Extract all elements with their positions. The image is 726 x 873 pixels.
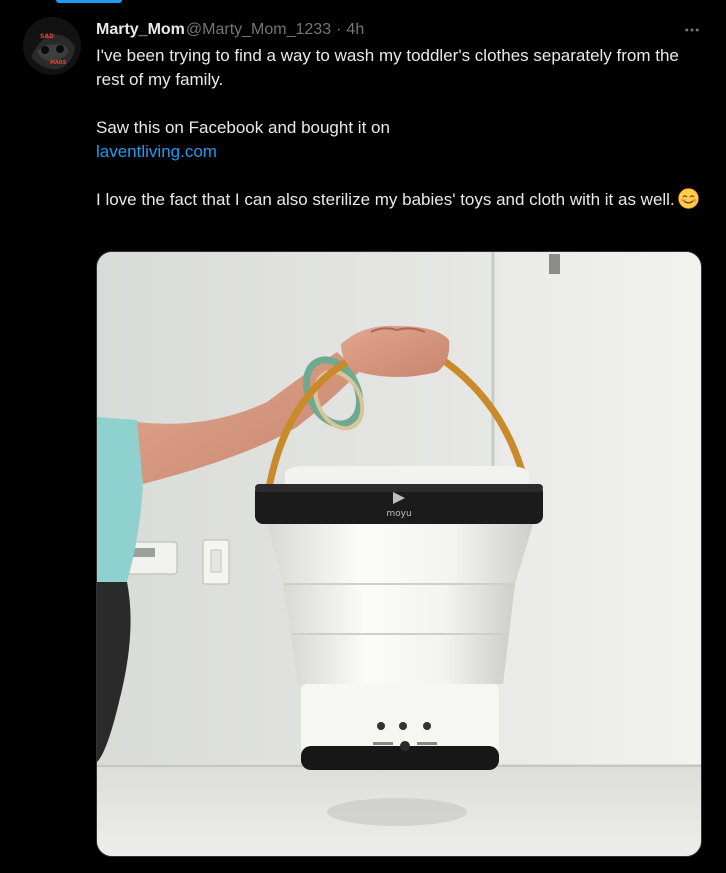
- avatar[interactable]: SAD MARS: [23, 17, 81, 75]
- avatar-text-bottom: MARS: [50, 60, 67, 66]
- separator-dot: ·: [336, 21, 342, 38]
- product-brand-text: moyu: [386, 509, 411, 519]
- smiling-face-emoji: [677, 188, 699, 209]
- tweet-text-line3: I love the fact that I can also steriliz…: [96, 188, 706, 212]
- more-button[interactable]: [680, 20, 704, 40]
- tweet-text-line3-content: I love the fact that I can also steriliz…: [96, 190, 675, 209]
- tweet-header: Marty_Mom @Marty_Mom_1233 · 4h: [96, 20, 364, 42]
- avatar-text-top: SAD: [40, 33, 54, 40]
- website-link[interactable]: laventliving.com: [96, 142, 217, 161]
- tweet-text-line1: I've been trying to find a way to wash m…: [96, 46, 679, 89]
- user-handle[interactable]: @Marty_Mom_1233: [186, 20, 331, 40]
- photo-image: moyu: [97, 252, 701, 856]
- timestamp[interactable]: 4h: [346, 20, 364, 40]
- tweet-text-line2-prefix: Saw this on Facebook and bought it on: [96, 118, 390, 137]
- display-name[interactable]: Marty_Mom: [96, 20, 185, 40]
- tweet-text: I've been trying to find a way to wash m…: [96, 44, 706, 212]
- tweet-text-line2: Saw this on Facebook and bought it on lav…: [96, 116, 706, 164]
- more-horizontal-icon: [685, 28, 699, 32]
- tweet-media-photo[interactable]: moyu: [96, 251, 702, 857]
- avatar-image: SAD MARS: [23, 17, 81, 75]
- tweet[interactable]: SAD MARS Marty_Mom @Marty_Mom_1233 · 4h …: [0, 0, 726, 873]
